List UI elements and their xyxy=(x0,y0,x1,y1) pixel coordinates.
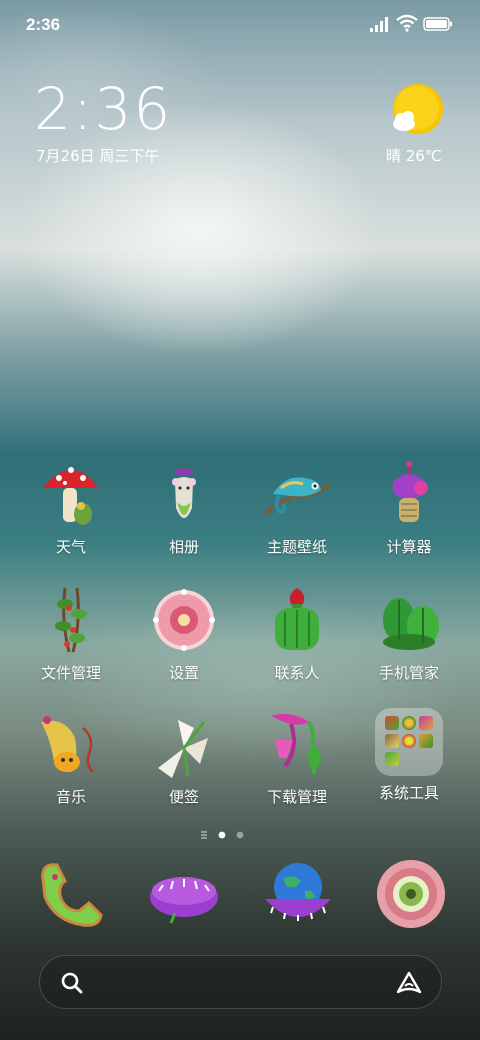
mouse-plant-icon xyxy=(172,462,196,518)
cactus-cluster-icon xyxy=(383,598,439,650)
app-weather[interactable]: 天气 xyxy=(16,458,126,557)
pink-flower-icon xyxy=(153,589,215,651)
app-label: 便签 xyxy=(168,788,199,806)
app-file-manager[interactable]: 文件管理 xyxy=(16,584,126,683)
messages-icon[interactable] xyxy=(145,855,223,933)
clock-time: 2:36 xyxy=(34,75,173,143)
status-time: 2:36 xyxy=(26,15,61,34)
app-label: 系统工具 xyxy=(378,784,439,802)
search-bar[interactable] xyxy=(39,955,442,1009)
folder-icon xyxy=(375,708,443,776)
sun-cloud-icon xyxy=(393,84,443,134)
strawberry-cactus-icon xyxy=(275,588,319,650)
app-notes[interactable]: 便签 xyxy=(129,708,239,807)
assistant-icon[interactable] xyxy=(395,970,423,996)
app-music[interactable]: 音乐 xyxy=(16,708,126,807)
app-downloads[interactable]: 下载管理 xyxy=(242,708,352,807)
signal-icon xyxy=(370,17,388,32)
wifi-icon xyxy=(396,14,418,32)
search-icon[interactable] xyxy=(60,971,84,995)
app-label: 文件管理 xyxy=(40,664,101,682)
pink-pitcher-plant-icon xyxy=(271,714,321,775)
app-label: 设置 xyxy=(168,664,199,682)
phone-icon[interactable] xyxy=(31,855,109,933)
app-label: 计算器 xyxy=(386,538,432,556)
cactus-flower-icon xyxy=(392,461,428,522)
app-calculator[interactable]: 计算器 xyxy=(354,458,464,557)
weather-text: 晴 26℃ xyxy=(386,147,442,165)
app-label: 相册 xyxy=(168,538,199,556)
app-label: 联系人 xyxy=(274,664,320,682)
page-indicator[interactable] xyxy=(200,829,250,841)
camera-icon[interactable] xyxy=(372,855,450,933)
status-bar: 2:36 xyxy=(0,0,480,50)
app-settings[interactable]: 设置 xyxy=(129,584,239,683)
app-label: 音乐 xyxy=(55,788,86,806)
app-label: 天气 xyxy=(55,538,86,556)
chameleon-icon xyxy=(263,477,331,516)
app-themes[interactable]: 主题壁纸 xyxy=(242,458,352,557)
white-flower-bundle-icon xyxy=(158,720,208,778)
date-text: 7月26日 周三下午 xyxy=(36,147,160,165)
mushroom-icon xyxy=(43,467,99,525)
app-label: 手机管家 xyxy=(378,664,439,682)
app-label: 下载管理 xyxy=(266,788,327,806)
horn-flower-icon xyxy=(41,716,94,773)
browser-icon[interactable] xyxy=(259,855,337,933)
app-gallery[interactable]: 相册 xyxy=(129,458,239,557)
app-system-tools-folder[interactable]: 系统工具 xyxy=(354,708,464,803)
app-contacts[interactable]: 联系人 xyxy=(242,584,352,683)
battery-icon xyxy=(423,17,452,31)
app-label: 主题壁纸 xyxy=(266,538,327,556)
app-security[interactable]: 手机管家 xyxy=(354,584,464,683)
vine-icon xyxy=(55,587,87,653)
